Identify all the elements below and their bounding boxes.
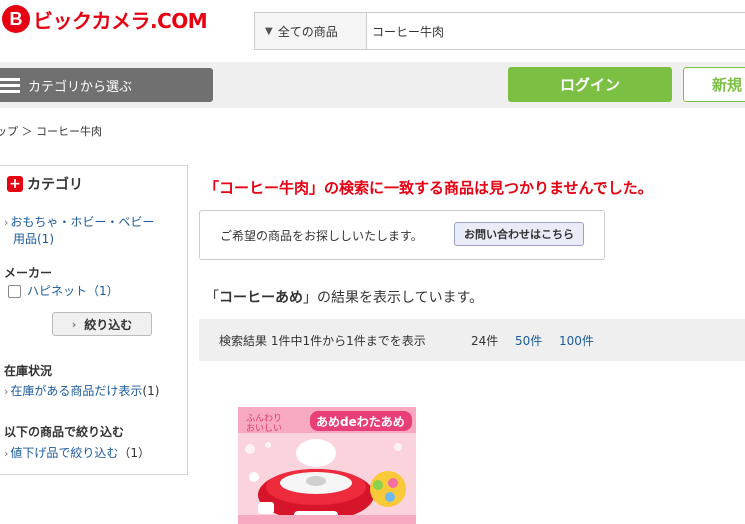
narrow-down-button[interactable]: › 絞り込む: [52, 312, 152, 336]
search-category-select[interactable]: ▼ 全ての商品: [255, 13, 367, 49]
stock-filter: › 在庫がある商品だけ表示(1): [4, 380, 159, 399]
result-keyword[interactable]: コーヒーあめ: [219, 290, 303, 306]
breadcrumb: ップ ＞ コーヒー牛肉: [0, 125, 102, 138]
stock-count: (1): [142, 384, 160, 398]
result-prefix: 「: [205, 290, 219, 306]
category-link-line1: おもちゃ・ホビー・ベビー: [10, 215, 155, 229]
search-bar: ▼ 全ての商品: [254, 12, 745, 50]
category-link-line2: 用品(1): [13, 232, 54, 246]
chevron-right-icon: ›: [4, 385, 9, 398]
help-text: ご希望の商品をお探ししいたします。: [220, 229, 423, 243]
discount-link[interactable]: 値下げ品で絞り込む: [10, 446, 118, 460]
maker-title: メーカー: [4, 266, 53, 280]
product-image-art: ふんわり おいしい あめdeわたあめ: [238, 407, 416, 524]
result-suffix: 」の結果を表示しています。: [303, 290, 484, 306]
help-box: ご希望の商品をお探ししいたします。 お問い合わせはこちら: [199, 210, 605, 260]
product-image[interactable]: ふんわり おいしい あめdeわたあめ: [238, 407, 416, 524]
category-heading: + カテゴリ: [7, 174, 83, 194]
product-title: あめdeわたあめ: [316, 415, 405, 429]
discount-count: （1）: [118, 446, 151, 460]
category-title: カテゴリ: [27, 177, 83, 193]
narrow-down-label: 絞り込む: [84, 317, 133, 332]
product-text-2: おいしい: [246, 423, 282, 434]
chevron-right-icon: ›: [4, 216, 9, 229]
category-menu-label: カテゴリから選ぶ: [28, 79, 133, 95]
contact-button[interactable]: お問い合わせはこちら: [454, 222, 584, 246]
search-input[interactable]: [367, 13, 745, 49]
caret-down-icon: ▼: [265, 25, 273, 37]
result-notice: 「コーヒーあめ」の結果を表示しています。: [205, 287, 483, 307]
stock-title: 在庫状況: [4, 364, 53, 378]
category-link[interactable]: › おもちゃ・ホビー・ベビー 用品(1): [4, 214, 154, 247]
maker-option: ハピネット（1）: [8, 283, 119, 299]
filter-title: 以下の商品で絞り込む: [4, 425, 125, 439]
hamburger-icon: [0, 75, 20, 96]
search-category-label: 全ての商品: [277, 24, 338, 39]
results-count: 検索結果 1件中1件から1件までを表示: [219, 334, 426, 348]
chevron-right-icon: ›: [4, 447, 9, 460]
chevron-right-icon: ›: [71, 317, 77, 331]
discount-filter: › 値下げ品で絞り込む（1）: [4, 442, 150, 461]
product-text-1: ふんわり: [246, 413, 282, 424]
signup-button[interactable]: 新規: [683, 67, 745, 102]
stock-link[interactable]: 在庫がある商品だけ表示: [10, 384, 142, 398]
per-page-24: 24件: [471, 334, 499, 348]
maker-label[interactable]: ハピネット（1）: [27, 284, 119, 298]
logo-mark: B: [2, 5, 30, 33]
results-bar: 検索結果 1件中1件から1件までを表示 24件 50件 100件: [199, 319, 745, 361]
maker-checkbox[interactable]: [8, 285, 21, 298]
per-page-100[interactable]: 100件: [559, 332, 594, 349]
per-page-50[interactable]: 50件: [515, 332, 542, 349]
plus-icon: +: [7, 176, 23, 192]
not-found-message: 「コーヒー牛肉」の検索に一致する商品は見つかりませんでした。: [204, 179, 653, 197]
filter-sidebar: + カテゴリ › おもちゃ・ホビー・ベビー 用品(1) メーカー ハピネット（1）…: [0, 165, 188, 475]
login-button[interactable]: ログイン: [508, 67, 672, 102]
site-logo[interactable]: B ビックカメラ.COM: [2, 4, 208, 34]
logo-text: ビックカメラ.COM: [33, 8, 208, 33]
category-menu-button[interactable]: カテゴリから選ぶ: [0, 68, 213, 102]
